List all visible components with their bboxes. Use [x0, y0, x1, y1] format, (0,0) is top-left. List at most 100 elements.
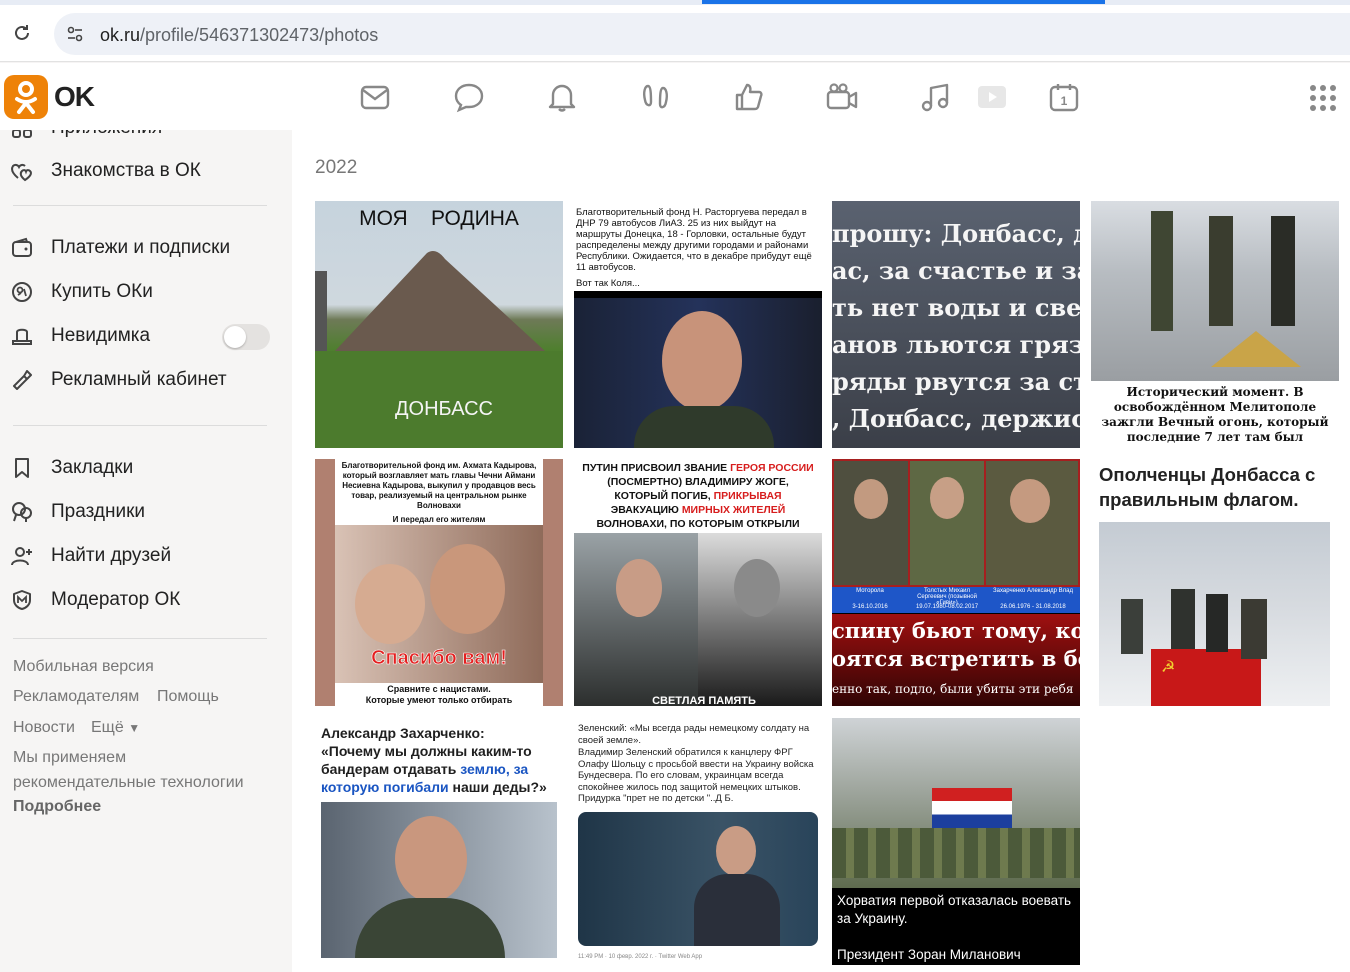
hearts-icon [10, 159, 34, 183]
mail-icon[interactable] [358, 80, 392, 114]
soldier-figure [1271, 216, 1295, 326]
moderator-shield-icon [10, 588, 34, 612]
hammer-sickle-icon: ☭ [1161, 659, 1176, 676]
portrait-face [930, 477, 964, 519]
ok-logo-icon[interactable] [4, 75, 48, 119]
photo-tile[interactable]: ПУТИН ПРИСВОИЛ ЗВАНИЕ ГЕРОЯ РОССИИ (ПОСМ… [574, 459, 822, 706]
divider [13, 205, 267, 206]
url-host: ok.ru [100, 25, 141, 45]
quote-author: Александр Захарченко: [321, 725, 485, 741]
photo-tile[interactable]: МОЯ РОДИНА ДОНБАСС [315, 201, 563, 448]
soldier-figure [1209, 216, 1233, 326]
more-dropdown[interactable]: Ещё ▼ [91, 719, 140, 737]
hero-dates: 26.06.1976 - 31.08.2018 [1000, 604, 1066, 610]
url-text[interactable]: ok.ru/profile/546371302473/photos [100, 25, 378, 46]
photo-text: Сравните с нацистами. [387, 684, 491, 694]
megaphone-icon [10, 368, 34, 392]
sidebar-item-ad-cabinet[interactable]: Рекламный кабинет [0, 362, 292, 398]
portrait-face [1010, 479, 1050, 523]
photo-tile[interactable]: Благотворительной фонд им. Ахмата Кадыро… [315, 459, 563, 706]
hero-dates: 19.07.1980-08.02.2017 [915, 604, 979, 610]
photo-tile[interactable]: Зеленский: «Мы всегда рады немецкому сол… [574, 718, 822, 965]
poem-line: ряды рвутся за стено [832, 367, 1080, 396]
photo-caption: СВЕТЛАЯ ПАМЯТЬ [652, 695, 756, 706]
sidebar-item-dating[interactable]: Знакомства в ОК [0, 153, 292, 189]
photo-text: Которые умеют только отбирать [365, 695, 513, 705]
photo-tile[interactable]: Моторола Толстых Михаил Сергеевич (позыв… [832, 459, 1080, 706]
more-details-link[interactable]: Подробнее [13, 798, 101, 816]
more-label: Ещё [91, 719, 124, 736]
bookmark-icon [10, 456, 34, 480]
sidebar-item-find-friends[interactable]: Найти друзей [0, 538, 292, 574]
calendar-day: 1 [1061, 94, 1068, 108]
add-friend-icon [10, 544, 34, 568]
photo-caption: енно так, подло, были убиты эти ребя [832, 682, 1074, 696]
divider [13, 638, 267, 639]
soldier-figure [1151, 211, 1173, 331]
photo-tile[interactable]: Ополченцы Донбасса с правильным флагом. … [1091, 459, 1339, 706]
caption-line: оятся встретить в бо [832, 646, 1080, 671]
portrait-face [716, 826, 756, 876]
poem-line: анов льются грязь и [832, 330, 1080, 359]
photo-caption: ДОНБАСС [394, 398, 494, 420]
loading-progress [702, 0, 1105, 4]
sidebar-item-label: Рекламный кабинет [51, 369, 227, 390]
sidebar-item-label: Найти друзей [51, 545, 172, 566]
croatian-flag [932, 788, 1012, 828]
site-settings-icon[interactable] [66, 25, 84, 43]
reload-icon[interactable] [12, 23, 32, 43]
address-bar[interactable]: ok.ru/profile/546371302473/photos [54, 13, 1350, 55]
photo-caption: МОЯ РОДИНА [359, 207, 519, 230]
url-path: /profile/546371302473/photos [140, 25, 379, 45]
video-camera-icon[interactable] [825, 80, 859, 114]
photo-tile[interactable]: Хорватия первой отказалась воевать за Ук… [832, 718, 1080, 965]
hero-name: Захарченко Александр Влад [993, 588, 1073, 594]
video-play-icon[interactable] [975, 80, 1009, 114]
sidebar-item-holidays[interactable]: Праздники [0, 494, 292, 530]
balloons-icon [10, 500, 34, 524]
portrait-body [694, 874, 780, 946]
advertisers-link[interactable]: Рекламодателям [13, 688, 139, 706]
logo-text[interactable]: OK [54, 81, 95, 113]
wallet-icon [10, 236, 34, 260]
ok-header: OK 1 [0, 63, 1350, 130]
photo-tile[interactable]: Исторический момент. В освобождённом Мел… [1091, 201, 1339, 448]
apps-grid-icon[interactable] [1309, 84, 1337, 112]
sidebar-item-label: Модератор ОК [51, 589, 181, 610]
portrait-face [430, 544, 505, 634]
headline-highlight: МИРНЫХ ЖИТЕЛЕЙ [681, 504, 786, 516]
sidebar-item-bookmarks[interactable]: Закладки [0, 450, 292, 486]
photo-text: Благотворительной фонд им. Ахмата Кадыро… [341, 461, 537, 510]
photo-tile[interactable]: Благотворительный фонд Н. Расторгуева пе… [574, 201, 822, 448]
like-icon[interactable] [732, 80, 766, 114]
sidebar-item-moderator[interactable]: Модератор ОК [0, 582, 292, 618]
divider [13, 425, 267, 426]
photo-tile[interactable]: прошу: Донбасс, держ ас, за счастье и за… [832, 201, 1080, 448]
invisible-hat-icon [10, 324, 34, 348]
sidebar-item-label: Знакомства в ОК [51, 160, 201, 181]
calendar-icon[interactable]: 1 [1047, 80, 1081, 114]
fighter-figure [1241, 599, 1267, 659]
photo-text: Придурка "прет не по детски "..Д Б. [578, 793, 734, 804]
music-icon[interactable] [919, 80, 953, 114]
photo-text: Вот так Коля... [576, 278, 640, 289]
guests-icon[interactable] [639, 80, 673, 114]
invisible-toggle[interactable] [222, 324, 270, 350]
photo-tile[interactable]: Александр Захарченко: «Почему мы должны к… [315, 718, 563, 965]
portrait-face [355, 564, 425, 644]
news-link[interactable]: Новости [13, 719, 75, 737]
sidebar-item-label: Купить ОКи [51, 281, 153, 302]
photo-text: И передал его жителям [392, 515, 486, 524]
sidebar-item-buy-oks[interactable]: Купить ОКи [0, 274, 292, 310]
sidebar-item-payments[interactable]: Платежи и подписки [0, 230, 292, 266]
sidebar-item-apps[interactable]: Приложения [0, 130, 292, 146]
tech-note-line-1: Мы применяем [13, 749, 127, 766]
help-link[interactable]: Помощь [157, 688, 219, 706]
bell-icon[interactable] [545, 80, 579, 114]
photo-caption: Президент Зоран Миланович [837, 947, 1021, 962]
mobile-version-link[interactable]: Мобильная версия [13, 658, 154, 676]
sidebar-item-invisible[interactable]: Невидимка [0, 318, 292, 354]
chat-icon[interactable] [452, 80, 486, 114]
poem-line: ть нет воды и света н [832, 293, 1080, 322]
portrait-body [634, 406, 774, 448]
